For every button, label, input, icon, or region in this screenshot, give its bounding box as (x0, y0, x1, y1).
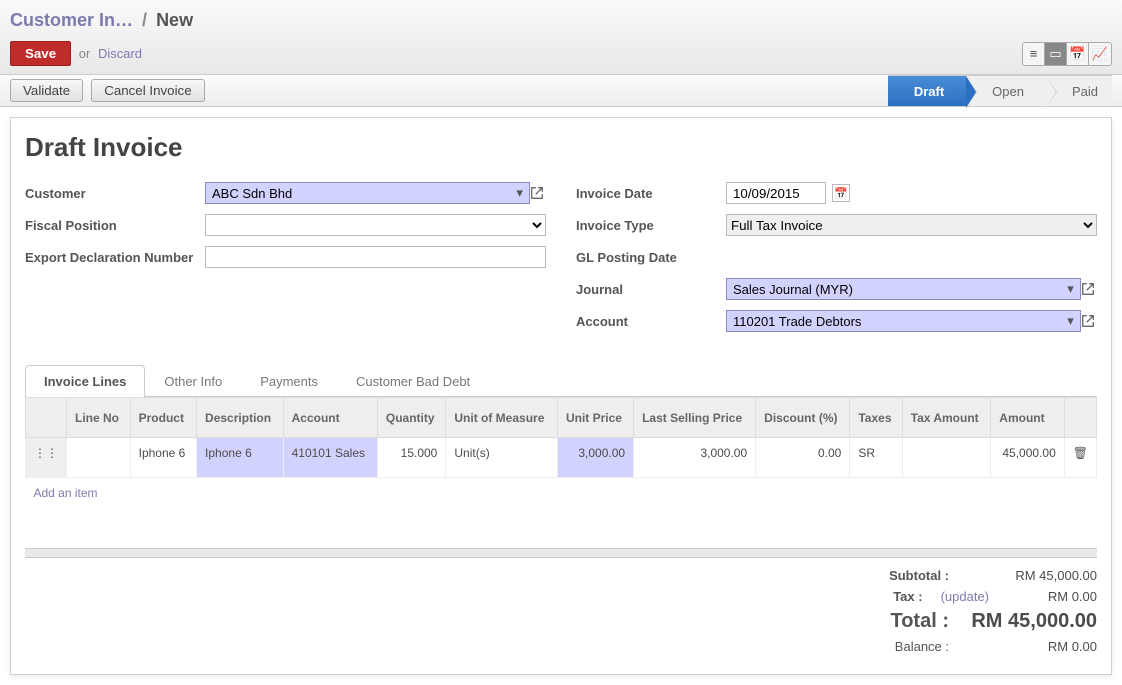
breadcrumb-parent[interactable]: Customer In… (10, 10, 133, 30)
fiscal-select[interactable] (205, 214, 546, 236)
page-title: Draft Invoice (25, 132, 1097, 163)
balance-label: Balance : (839, 639, 949, 654)
status-left: Validate Cancel Invoice (10, 75, 205, 106)
form-col-right: Invoice Date 📅 Invoice Type Full Tax Inv… (576, 179, 1097, 339)
total-label: Total : (839, 610, 949, 633)
col-description: Description (197, 398, 284, 438)
save-button[interactable]: Save (10, 41, 71, 66)
customer-label: Customer (25, 186, 205, 201)
cell-account[interactable]: 410101 Sales (283, 438, 377, 478)
cell-description[interactable]: Iphone 6 (197, 438, 284, 478)
cell-amount[interactable]: 45,000.00 (991, 438, 1064, 478)
form-col-left: Customer ▾ Fiscal Position Export Declar… (25, 179, 546, 339)
col-last-price: Last Selling Price (634, 398, 756, 438)
tab-other-info[interactable]: Other Info (145, 365, 241, 397)
view-switcher: ≡ ▭ 📅 📈 (1022, 42, 1112, 66)
tax-update-link[interactable]: (update) (941, 589, 989, 604)
status-step-draft[interactable]: Draft (888, 75, 966, 107)
discard-link[interactable]: Discard (98, 46, 142, 61)
cell-taxes[interactable]: SR (850, 438, 902, 478)
col-delete (1064, 398, 1096, 438)
breadcrumb-current: New (156, 10, 193, 30)
tab-payments[interactable]: Payments (241, 365, 337, 397)
cell-last-price[interactable]: 3,000.00 (634, 438, 756, 478)
tab-bad-debt[interactable]: Customer Bad Debt (337, 365, 489, 397)
row-handle-icon[interactable]: ⋮⋮ (26, 438, 67, 478)
col-taxes: Taxes (850, 398, 902, 438)
balance-value: RM 0.00 (967, 639, 1097, 654)
tax-value: RM 0.00 (1007, 589, 1097, 604)
col-uom: Unit of Measure (446, 398, 558, 438)
action-row: Save or Discard ≡ ▭ 📅 📈 (0, 37, 1122, 74)
status-bar: Validate Cancel Invoice Draft Open Paid (0, 75, 1122, 107)
dropdown-icon[interactable]: ▾ (516, 185, 523, 201)
col-line-no: Line No (67, 398, 131, 438)
trash-icon[interactable]: 🗑 (1073, 446, 1088, 460)
dropdown-icon[interactable]: ▾ (1067, 313, 1074, 329)
gl-date-label: GL Posting Date (576, 250, 726, 265)
col-amount: Amount (991, 398, 1064, 438)
customer-input[interactable] (205, 182, 530, 204)
external-link-icon[interactable] (529, 184, 546, 202)
external-link-icon[interactable] (1080, 312, 1097, 330)
status-arrows: Draft Open Paid (888, 75, 1112, 107)
col-account: Account (283, 398, 377, 438)
journal-input[interactable] (726, 278, 1081, 300)
top-header: Customer In… / New Save or Discard ≡ ▭ 📅… (0, 0, 1122, 75)
validate-button[interactable]: Validate (10, 79, 83, 102)
external-link-icon[interactable] (1080, 280, 1097, 298)
status-step-open[interactable]: Open (966, 75, 1046, 107)
dropdown-icon[interactable]: ▾ (1067, 281, 1074, 297)
export-label: Export Declaration Number (25, 250, 205, 265)
cell-uom[interactable]: Unit(s) (446, 438, 558, 478)
account-input[interactable] (726, 310, 1081, 332)
invoice-date-label: Invoice Date (576, 186, 726, 201)
tabs: Invoice Lines Other Info Payments Custom… (25, 365, 1097, 397)
col-quantity: Quantity (377, 398, 445, 438)
account-label: Account (576, 314, 726, 329)
col-product: Product (130, 398, 196, 438)
cell-product[interactable]: Iphone 6 (130, 438, 196, 478)
cell-unit-price[interactable]: 3,000.00 (557, 438, 633, 478)
table-row[interactable]: ⋮⋮ Iphone 6 Iphone 6 410101 Sales 15.000… (26, 438, 1097, 478)
calendar-icon[interactable]: 📅 (832, 184, 850, 202)
col-unit-price: Unit Price (557, 398, 633, 438)
col-handle (26, 398, 67, 438)
view-calendar-icon[interactable]: 📅 (1067, 43, 1089, 65)
breadcrumb-sep: / (142, 10, 147, 30)
cell-tax-amount[interactable] (902, 438, 991, 478)
cell-line-no[interactable] (67, 438, 131, 478)
cell-discount[interactable]: 0.00 (756, 438, 850, 478)
total-value: RM 45,000.00 (967, 610, 1097, 633)
add-item-link[interactable]: Add an item (26, 478, 1097, 518)
invoice-date-input[interactable] (726, 182, 826, 204)
invoice-type-select[interactable]: Full Tax Invoice (726, 214, 1097, 236)
export-input[interactable] (205, 246, 546, 268)
journal-label: Journal (576, 282, 726, 297)
tax-label: Tax : (813, 589, 923, 604)
subtotal-value: RM 45,000.00 (967, 568, 1097, 583)
view-form-icon[interactable]: ▭ (1045, 43, 1067, 65)
totals: Subtotal : RM 45,000.00 Tax : (update) R… (25, 568, 1097, 654)
form-columns: Customer ▾ Fiscal Position Export Declar… (25, 179, 1097, 339)
cell-quantity[interactable]: 15.000 (377, 438, 445, 478)
view-list-icon[interactable]: ≡ (1023, 43, 1045, 65)
breadcrumb: Customer In… / New (0, 0, 1122, 37)
cancel-invoice-button[interactable]: Cancel Invoice (91, 79, 204, 102)
col-discount: Discount (%) (756, 398, 850, 438)
fiscal-label: Fiscal Position (25, 218, 205, 233)
invoice-type-label: Invoice Type (576, 218, 726, 233)
view-graph-icon[interactable]: 📈 (1089, 43, 1111, 65)
sheet: Draft Invoice Customer ▾ Fiscal Position (10, 117, 1112, 675)
subtotal-label: Subtotal : (839, 568, 949, 583)
or-text: or (79, 46, 91, 61)
action-left: Save or Discard (10, 41, 142, 66)
invoice-lines-table: Line No Product Description Account Quan… (25, 397, 1097, 518)
col-tax-amount: Tax Amount (902, 398, 991, 438)
tab-invoice-lines[interactable]: Invoice Lines (25, 365, 145, 397)
separator-bar (25, 548, 1097, 558)
